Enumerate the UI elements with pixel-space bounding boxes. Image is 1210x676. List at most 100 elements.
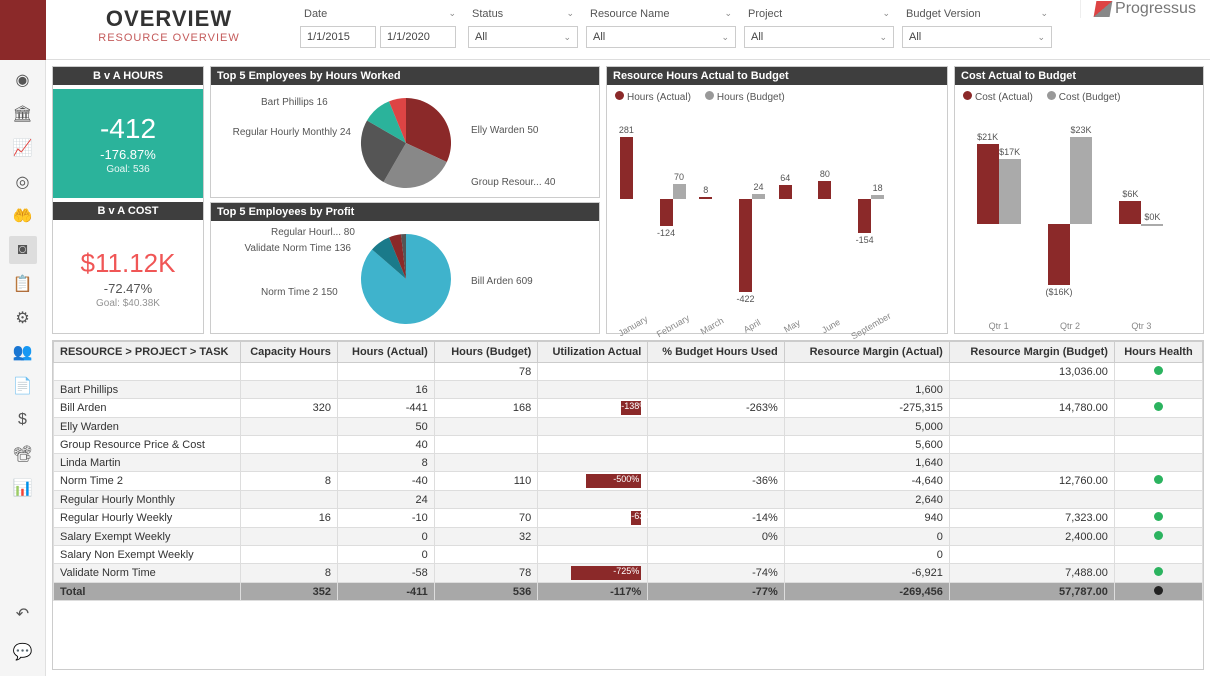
target-icon[interactable]: ◎ — [9, 168, 37, 196]
table-cell: Elly Warden — [54, 418, 241, 436]
chart-icon[interactable]: 📈 — [9, 134, 37, 162]
chevron-down-icon[interactable]: ⌄ — [448, 8, 456, 20]
th-hours-actual[interactable]: Hours (Actual) — [337, 342, 434, 363]
clipboard-icon[interactable]: 📋 — [9, 270, 37, 298]
table-cell — [648, 454, 784, 472]
pie-hours-title: Top 5 Employees by Hours Worked — [211, 67, 599, 85]
pie-profit-title: Top 5 Employees by Profit — [211, 203, 599, 221]
pie-profit-card: Top 5 Employees by Profit Bill Arden 609… — [210, 202, 600, 334]
dollar-icon[interactable]: $ — [9, 406, 37, 434]
table-cell — [434, 436, 537, 454]
cost-chart-title: Cost Actual to Budget — [955, 67, 1203, 85]
table-row[interactable]: Regular Hourly Weekly16-1070-63%-14%9407… — [54, 509, 1203, 528]
bar-budget — [871, 195, 884, 199]
table-row[interactable]: Bart Phillips161,600 — [54, 381, 1203, 399]
trend-icon[interactable]: 📊 — [9, 474, 37, 502]
th-rmb[interactable]: Resource Margin (Budget) — [949, 342, 1114, 363]
status-select[interactable]: All⌄ — [468, 26, 578, 48]
document-icon[interactable]: 📄 — [9, 372, 37, 400]
globe-icon[interactable]: ◉ — [9, 66, 37, 94]
th-rma[interactable]: Resource Margin (Actual) — [784, 342, 949, 363]
table-cell: 320 — [241, 399, 338, 418]
title-block: OVERVIEW RESOURCE OVERVIEW — [0, 0, 292, 60]
date-from-input[interactable]: 1/1/2015 — [300, 26, 376, 48]
project-select[interactable]: All⌄ — [744, 26, 894, 48]
comment-icon[interactable]: 💬 — [9, 638, 37, 666]
table-cell: -36% — [648, 472, 784, 491]
table-cell: 1,600 — [784, 381, 949, 399]
hand-icon[interactable]: 🤲 — [9, 202, 37, 230]
chevron-down-icon[interactable]: ⌄ — [724, 8, 732, 20]
table-cell — [949, 454, 1114, 472]
table-cell: -6,921 — [784, 564, 949, 583]
table-cell: 0 — [337, 528, 434, 546]
table-row[interactable]: Validate Norm Time8-5878-725%-74%-6,9217… — [54, 564, 1203, 583]
table-cell: 536 — [434, 583, 537, 601]
topbar: OVERVIEW RESOURCE OVERVIEW Date⌄ 1/1/201… — [0, 0, 1210, 60]
table-cell — [1114, 399, 1202, 418]
x-axis-label: September — [850, 311, 893, 342]
bar-value-label: $17K — [999, 147, 1020, 157]
table-cell: -441 — [337, 399, 434, 418]
table-cell: 40 — [337, 436, 434, 454]
table-row[interactable]: 7813,036.00 — [54, 363, 1203, 381]
table-cell — [648, 546, 784, 564]
th-resource[interactable]: RESOURCE > PROJECT > TASK — [54, 342, 241, 363]
kpi-hours-title: B v A HOURS — [53, 67, 203, 85]
table-cell: -10 — [337, 509, 434, 528]
resource-select[interactable]: All⌄ — [586, 26, 736, 48]
table-cell — [241, 546, 338, 564]
date-to-input[interactable]: 1/1/2020 — [380, 26, 456, 48]
undo-icon[interactable]: ↶ — [9, 600, 37, 628]
table-cell — [784, 363, 949, 381]
table-cell — [241, 528, 338, 546]
table-row[interactable]: Salary Exempt Weekly0320%02,400.00 — [54, 528, 1203, 546]
th-util[interactable]: Utilization Actual — [538, 342, 648, 363]
pie-label: Bart Phillips 16 — [261, 97, 328, 108]
x-axis-label: February — [654, 313, 690, 340]
filter-project-label: Project — [748, 8, 782, 20]
table-cell — [434, 546, 537, 564]
building-icon[interactable]: 🏛 — [9, 100, 37, 128]
table-row[interactable]: Linda Martin81,640 — [54, 454, 1203, 472]
table-row[interactable]: Elly Warden505,000 — [54, 418, 1203, 436]
gear-icon[interactable]: ⚙ — [9, 304, 37, 332]
x-axis-label: Qtr 3 — [1131, 321, 1151, 331]
table-cell — [949, 436, 1114, 454]
filter-resource-label: Resource Name — [590, 8, 669, 20]
table-row[interactable]: Bill Arden320-441168-138%-263%-275,31514… — [54, 399, 1203, 418]
table-row[interactable]: Salary Non Exempt Weekly00 — [54, 546, 1203, 564]
bar-value-label: 80 — [820, 169, 830, 179]
th-pbu[interactable]: % Budget Hours Used — [648, 342, 784, 363]
table-row[interactable]: Group Resource Price & Cost405,600 — [54, 436, 1203, 454]
th-hours-budget[interactable]: Hours (Budget) — [434, 342, 537, 363]
table-cell: 7,488.00 — [949, 564, 1114, 583]
bar-value-label: $6K — [1122, 189, 1138, 199]
bar-actual — [699, 197, 712, 199]
kpi-cost-pct: -72.47% — [104, 281, 152, 296]
chevron-down-icon[interactable]: ⌄ — [1040, 8, 1048, 20]
filter-budget-label: Budget Version — [906, 8, 981, 20]
table-cell — [648, 436, 784, 454]
table-cell — [1114, 564, 1202, 583]
th-health[interactable]: Hours Health — [1114, 342, 1202, 363]
chevron-down-icon[interactable]: ⌄ — [882, 8, 890, 20]
table-row[interactable]: Regular Hourly Monthly242,640 — [54, 491, 1203, 509]
bar-budget — [752, 194, 765, 199]
table-cell: -411 — [337, 583, 434, 601]
th-capacity[interactable]: Capacity Hours — [241, 342, 338, 363]
table-row[interactable]: Norm Time 28-40110-500%-36%-4,64012,760.… — [54, 472, 1203, 491]
bar-budget — [673, 184, 686, 199]
table-cell: Bart Phillips — [54, 381, 241, 399]
camera-icon[interactable]: ◙ — [9, 236, 37, 264]
table-cell: Norm Time 2 — [54, 472, 241, 491]
kpi-column: B v A HOURS -412 -176.87% Goal: 536 B v … — [52, 66, 204, 334]
table-row[interactable]: Total352-411536-117%-77%-269,45657,787.0… — [54, 583, 1203, 601]
projector-icon[interactable]: 📽 — [9, 440, 37, 468]
chevron-down-icon[interactable]: ⌄ — [566, 8, 574, 20]
pie-hours-card: Top 5 Employees by Hours Worked Elly War… — [210, 66, 600, 198]
bar-value-label: $0K — [1144, 212, 1160, 222]
people-icon[interactable]: 👥 — [9, 338, 37, 366]
budget-select[interactable]: All⌄ — [902, 26, 1052, 48]
table-cell: 78 — [434, 564, 537, 583]
